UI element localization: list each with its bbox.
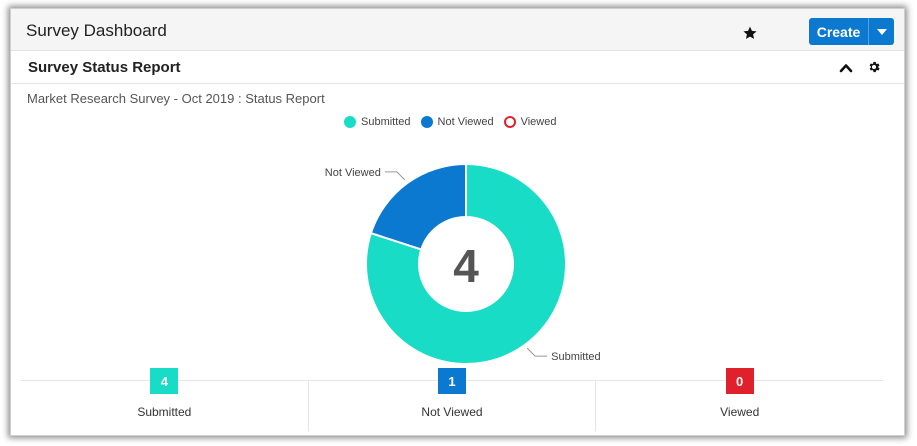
stat-badge: 0: [725, 368, 754, 394]
chart-center-total: 4: [453, 240, 479, 292]
dashboard-window: Survey Dashboard Create Survey Status Re…: [10, 8, 905, 436]
stat-label: Viewed: [720, 405, 760, 419]
stat-badge: 4: [150, 368, 179, 394]
chevron-up-icon[interactable]: [839, 61, 853, 75]
slice-callout-line: [526, 347, 548, 357]
legend-item-not-viewed[interactable]: Not Viewed: [420, 116, 494, 128]
legend-swatch-submitted: [344, 116, 356, 128]
chart-legend: Submitted Not Viewed Viewed: [344, 116, 556, 128]
create-button-group: Create: [809, 18, 894, 45]
status-donut-chart: 4 Submitted Not Viewed: [325, 162, 601, 365]
stat-label: Submitted: [137, 405, 192, 419]
slice-label: Submitted: [551, 351, 601, 363]
slice-label: Not Viewed: [325, 167, 381, 179]
panel-header: Survey Status Report: [11, 51, 904, 84]
report-subtitle: Market Research Survey - Oct 2019 : Stat…: [27, 91, 325, 106]
dashboard-header: Survey Dashboard Create: [11, 9, 904, 51]
star-icon[interactable]: [742, 25, 758, 41]
stat-not-viewed[interactable]: 1 Not Viewed: [309, 368, 597, 431]
legend-item-submitted[interactable]: Submitted: [344, 116, 411, 128]
page-title: Survey Dashboard: [26, 21, 167, 40]
panel-title: Survey Status Report: [28, 59, 181, 76]
stat-submitted[interactable]: 4 Submitted: [21, 368, 309, 431]
create-dropdown-toggle[interactable]: [868, 18, 894, 45]
status-summary: 4 Submitted 1 Not Viewed 0 Viewed: [21, 368, 883, 431]
create-button[interactable]: Create: [809, 18, 868, 45]
legend-item-viewed[interactable]: Viewed: [503, 116, 557, 128]
legend-swatch-not-viewed: [420, 116, 433, 128]
legend-label: Viewed: [520, 116, 557, 128]
legend-swatch-viewed: [503, 116, 516, 128]
stat-label: Not Viewed: [421, 405, 483, 419]
slice-callout-line: [384, 171, 406, 181]
stat-badge: 1: [438, 368, 466, 394]
legend-label: Submitted: [361, 116, 411, 128]
caret-down-icon: [876, 28, 887, 35]
legend-label: Not Viewed: [437, 116, 494, 128]
donut-slice-not-viewed[interactable]: [369, 162, 467, 251]
gear-icon[interactable]: [867, 60, 881, 74]
stat-viewed[interactable]: 0 Viewed: [596, 368, 883, 431]
